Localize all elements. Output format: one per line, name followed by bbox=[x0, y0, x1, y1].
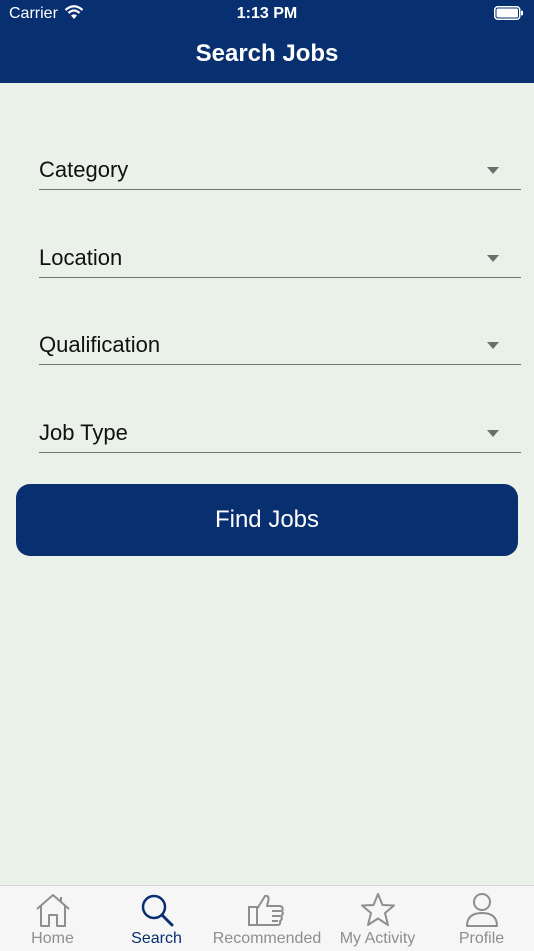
category-label: Category bbox=[39, 157, 129, 182]
job-type-dropdown[interactable]: Job Type bbox=[39, 408, 521, 453]
location-label: Location bbox=[39, 245, 123, 270]
star-icon bbox=[360, 893, 395, 926]
tab-profile[interactable]: Profile bbox=[429, 886, 534, 951]
search-icon bbox=[141, 894, 173, 927]
tab-my-activity-label: My Activity bbox=[339, 930, 416, 947]
dropdown-caret-icon bbox=[487, 167, 499, 174]
tab-search-label: Search bbox=[131, 930, 182, 947]
job-type-label: Job Type bbox=[39, 420, 128, 445]
page-title: Search Jobs bbox=[195, 40, 339, 67]
tab-my-activity[interactable]: My Activity bbox=[326, 886, 429, 951]
tab-home[interactable]: Home bbox=[0, 886, 105, 951]
status-bar: Carrier 1:13 PM bbox=[0, 0, 534, 28]
qualification-label: Qualification bbox=[39, 332, 161, 357]
tab-recommended[interactable]: Recommended bbox=[208, 886, 326, 951]
thumbs-up-icon bbox=[248, 894, 284, 926]
category-dropdown[interactable]: Category bbox=[39, 145, 521, 190]
battery-icon bbox=[494, 6, 524, 25]
dropdown-caret-icon bbox=[487, 430, 499, 437]
tab-home-label: Home bbox=[31, 930, 74, 947]
tab-profile-label: Profile bbox=[458, 930, 505, 947]
tab-search[interactable]: Search bbox=[105, 886, 208, 951]
find-jobs-button[interactable]: Find Jobs bbox=[16, 484, 518, 556]
person-icon bbox=[465, 893, 498, 927]
dropdown-caret-icon bbox=[487, 342, 499, 349]
tab-recommended-label: Recommended bbox=[212, 930, 322, 947]
home-icon bbox=[35, 894, 70, 927]
app-header: Carrier 1:13 PM Search Jobs bbox=[0, 0, 534, 83]
status-time: 1:13 PM bbox=[236, 5, 298, 22]
qualification-dropdown[interactable]: Qualification bbox=[39, 320, 521, 365]
dropdown-caret-icon bbox=[487, 255, 499, 262]
location-dropdown[interactable]: Location bbox=[39, 233, 521, 278]
tab-bar: Home Search Recommended My Activity Prof… bbox=[0, 885, 534, 951]
